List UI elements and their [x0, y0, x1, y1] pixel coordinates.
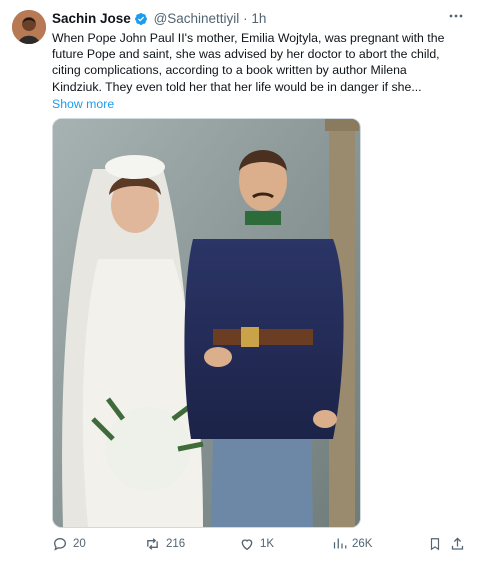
wedding-photo-image — [53, 119, 360, 527]
like-button[interactable]: 1K — [239, 536, 274, 552]
avatar[interactable] — [12, 10, 46, 44]
repost-count: 216 — [166, 538, 186, 550]
views-count: 26K — [352, 537, 373, 550]
timestamp[interactable]: 1h — [251, 11, 266, 26]
reply-icon — [52, 536, 68, 552]
reply-count: 20 — [73, 538, 86, 550]
author-handle[interactable]: @Sachinettiyil — [154, 11, 240, 26]
tweet-header: Sachin Jose @Sachinettiyil · 1h — [52, 11, 266, 30]
author-name[interactable]: Sachin Jose — [52, 11, 131, 26]
tweet-text: When Pope John Paul II's mother, Emilia … — [52, 30, 457, 112]
repost-icon — [144, 536, 161, 552]
more-horizontal-icon[interactable] — [448, 8, 464, 29]
separator-dot: · — [243, 11, 248, 26]
heart-icon — [239, 536, 255, 552]
show-more-link[interactable]: Show more — [52, 96, 457, 112]
tweet-body: When Pope John Paul II's mother, Emilia … — [52, 31, 445, 94]
tweet-card[interactable]: Sachin Jose @Sachinettiyil · 1h When Pop… — [0, 0, 478, 562]
action-bar: 20 216 1K 26K — [52, 536, 468, 554]
views-button[interactable]: 26K — [332, 536, 372, 551]
share-icon — [450, 536, 465, 552]
like-count: 1K — [260, 538, 275, 550]
bookmark-icon — [428, 536, 442, 552]
share-button[interactable] — [450, 536, 465, 552]
reply-button[interactable]: 20 — [52, 536, 86, 552]
tweet-photo[interactable] — [52, 118, 361, 528]
repost-button[interactable]: 216 — [144, 536, 185, 552]
bookmark-button[interactable] — [428, 536, 442, 552]
verified-badge-icon — [134, 12, 148, 30]
analytics-icon — [332, 536, 347, 551]
